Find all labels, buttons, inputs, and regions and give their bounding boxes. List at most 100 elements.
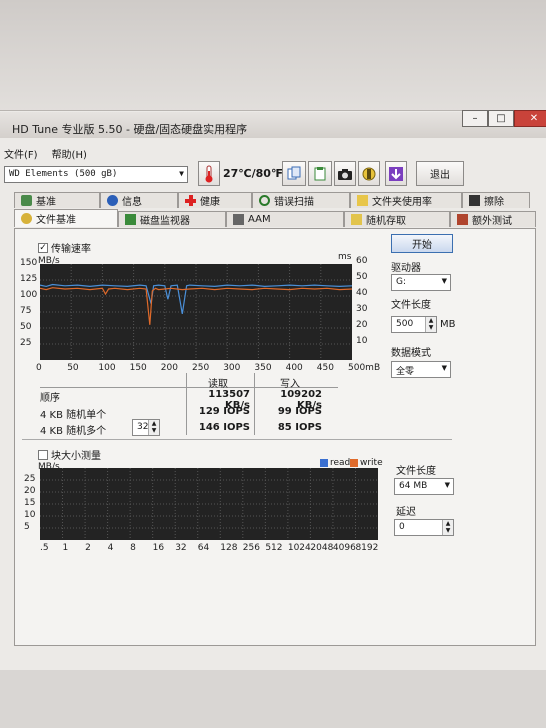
tick-label: 350 <box>254 363 272 373</box>
queue-depth-value: 32 <box>137 422 149 432</box>
row-label: 顺序 <box>40 393 60 404</box>
tick-label: 0 <box>36 363 42 373</box>
tab-label: 文件基准 <box>36 215 76 226</box>
data-mode-combo[interactable]: 全零 ▼ <box>391 361 451 378</box>
tick-label: 60 <box>356 256 368 266</box>
extra-tests-icon <box>457 214 468 225</box>
tick-label: 250 <box>192 363 210 373</box>
delay-stepper[interactable]: 0 ▲ ▼ <box>394 519 454 536</box>
tab-folder-usage[interactable]: 文件夹使用率 <box>350 192 462 208</box>
tick-label: 20 <box>356 320 368 330</box>
screenshot-button[interactable] <box>334 161 356 186</box>
checkbox-label: 块大小测量 <box>51 451 101 462</box>
read-value: 129 IOPS <box>198 406 250 417</box>
start-button[interactable]: 开始 <box>391 234 453 253</box>
tick-label: 2048 <box>310 543 334 553</box>
legend-read: read <box>320 458 350 468</box>
block-file-length-label: 文件长度 <box>396 466 436 477</box>
tick-label: 4096 <box>332 543 356 553</box>
tick-label: 75 <box>20 306 32 316</box>
tab-erase[interactable]: 擦除 <box>462 192 530 208</box>
wrench-icon <box>362 167 376 180</box>
tab-label: 擦除 <box>484 197 504 208</box>
block-size-checkbox[interactable]: 块大小测量 <box>38 447 101 462</box>
speaker-icon <box>233 214 244 225</box>
checkbox-label: 传输速率 <box>51 244 91 255</box>
screen-bezel <box>0 0 546 112</box>
chevron-down-icon: ▼ <box>444 481 450 489</box>
benchmark-icon <box>21 195 32 206</box>
file-length-stepper[interactable]: 500 ▲ ▼ <box>391 316 437 333</box>
tick-label: 25 <box>20 338 32 348</box>
monitor-chart-icon <box>125 214 136 225</box>
thermometer-button[interactable] <box>198 161 220 186</box>
tick-label: 8 <box>130 543 136 553</box>
write-value: 99 IOPS <box>277 406 322 417</box>
window-controls: – □ ✕ <box>462 110 546 127</box>
up-down-arrows-icon[interactable]: ▲ ▼ <box>442 520 453 535</box>
block-size-graph <box>40 468 378 540</box>
tick-label: 64 <box>197 543 210 553</box>
tick-label: 2 <box>85 543 91 553</box>
drive-select[interactable]: WD Elements (500 gB) ▼ <box>4 166 188 183</box>
info-icon <box>107 195 118 206</box>
block-file-length-combo[interactable]: 64 MB ▼ <box>394 478 454 495</box>
maximize-button[interactable]: □ <box>488 110 514 127</box>
tab-extra-tests[interactable]: 额外测试 <box>450 211 536 227</box>
thermometer-icon <box>205 165 213 182</box>
tick-label: 16 <box>152 543 165 553</box>
tick-label: 20 <box>24 486 36 496</box>
tick-label: 30 <box>356 304 368 314</box>
options-button[interactable] <box>358 161 380 186</box>
trash-icon <box>469 195 480 206</box>
legend-write-label: write <box>360 458 383 468</box>
legend-write: write <box>350 458 383 468</box>
tick-label: 512 <box>265 543 283 553</box>
save-button[interactable] <box>385 161 407 186</box>
table-divider <box>186 373 187 435</box>
tick-label: 50 <box>67 363 79 373</box>
up-down-arrows-icon[interactable]: ▲ ▼ <box>148 420 159 435</box>
tick-label: 125 <box>20 274 38 284</box>
red-cross-icon <box>185 195 196 206</box>
close-button[interactable]: ✕ <box>514 110 546 127</box>
tab-info[interactable]: 信息 <box>100 192 178 208</box>
copy-info-button[interactable] <box>282 161 306 186</box>
tick-label: 500mB <box>348 363 381 373</box>
tick-label: 15 <box>24 498 36 508</box>
tab-file-benchmark[interactable]: 文件基准 <box>14 209 118 227</box>
tick-label: 10 <box>356 336 368 346</box>
up-down-arrows-icon[interactable]: ▲ ▼ <box>425 317 436 332</box>
exit-button[interactable]: 退出 <box>416 161 464 186</box>
tab-random-access[interactable]: 随机存取 <box>344 211 450 227</box>
file-length-label: 文件长度 <box>391 300 431 311</box>
write-value: 85 IOPS <box>277 422 322 433</box>
menu-bar: 文件(F) 帮助(H) <box>0 146 87 161</box>
transfer-rate-checkbox[interactable]: ✓ 传输速率 <box>38 240 91 255</box>
tab-aam[interactable]: AAM <box>226 211 344 227</box>
tab-health[interactable]: 健康 <box>178 192 252 208</box>
temperature-readout: 27℃/80℉ <box>223 167 283 180</box>
col-write-header: 写入 <box>280 379 300 390</box>
tick-label: 400 <box>285 363 303 373</box>
queue-depth-stepper[interactable]: 32 ▲ ▼ <box>132 419 160 436</box>
tab-benchmark[interactable]: 基准 <box>14 192 100 208</box>
chevron-down-icon: ▼ <box>441 277 447 285</box>
y-unit-right: ms <box>338 252 352 262</box>
tab-row-bottom: 文件基准 磁盘监视器 AAM 随机存取 额外测试 <box>14 209 536 227</box>
tab-disk-monitor[interactable]: 磁盘监视器 <box>118 211 226 227</box>
tab-label: 文件夹使用率 <box>372 197 432 208</box>
tab-error-scan[interactable]: 错误扫描 <box>252 192 350 208</box>
menu-help[interactable]: 帮助(H) <box>52 146 87 161</box>
minimize-button[interactable]: – <box>462 110 488 127</box>
menu-file[interactable]: 文件(F) <box>4 146 38 161</box>
tick-label: 128 <box>220 543 238 553</box>
block-file-length-value: 64 MB <box>399 481 428 491</box>
tick-label: 25 <box>24 474 36 484</box>
copy-results-button[interactable] <box>308 161 332 186</box>
drive-combo[interactable]: G: ▼ <box>391 274 451 291</box>
transfer-rate-graph <box>40 264 352 360</box>
data-mode-label: 数据模式 <box>391 348 431 359</box>
file-length-value: 500 <box>396 319 414 329</box>
tick-label: 200 <box>160 363 178 373</box>
